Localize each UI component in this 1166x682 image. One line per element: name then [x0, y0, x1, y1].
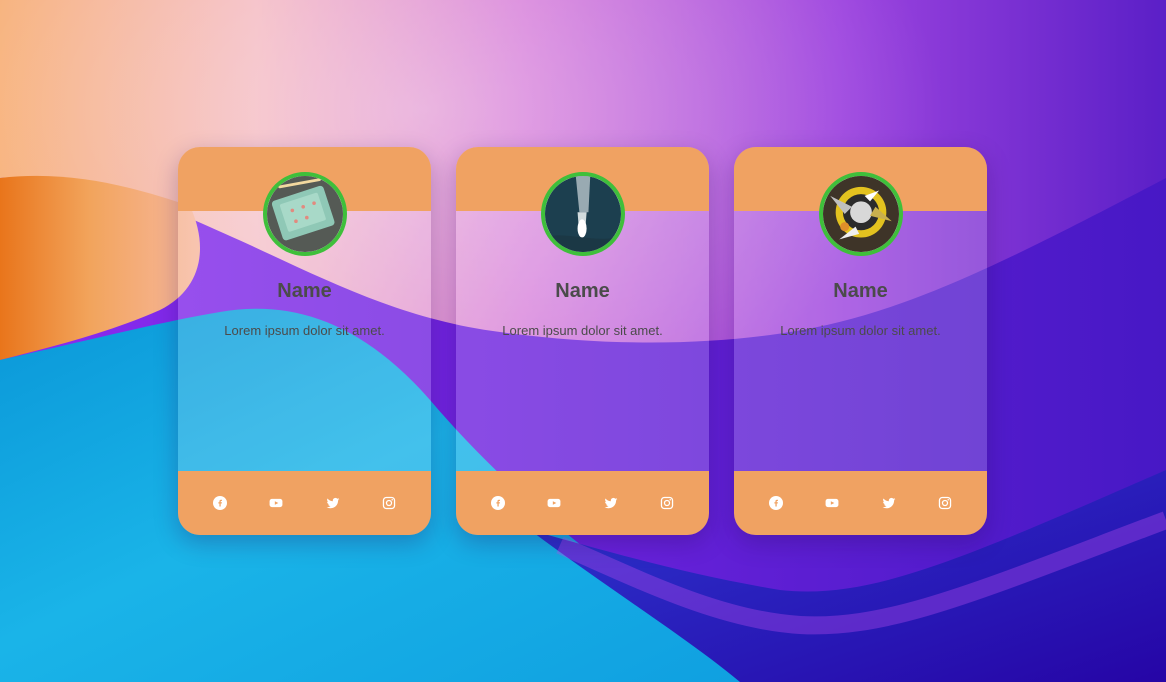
boat-photo-icon [540, 172, 625, 256]
youtube-icon[interactable] [820, 491, 844, 515]
card-description: Lorem ipsum dolor sit amet. [780, 323, 941, 338]
youtube-icon[interactable] [542, 491, 566, 515]
twitter-icon[interactable] [599, 491, 623, 515]
card-name: Name [833, 280, 888, 302]
instagram-icon[interactable] [933, 491, 957, 515]
avatar-image [822, 176, 899, 252]
youtube-icon[interactable] [264, 491, 288, 515]
instagram-icon[interactable] [655, 491, 679, 515]
card-description: Lorem ipsum dolor sit amet. [224, 323, 385, 338]
social-links-bar [734, 471, 987, 535]
abstract-3d-photo-icon [818, 172, 903, 256]
profile-cards-container: Name Lorem ipsum dolor sit amet. Name Lo… [0, 0, 1166, 682]
card-description: Lorem ipsum dolor sit amet. [502, 323, 663, 338]
tablet-photo-icon [262, 172, 347, 256]
avatar-image [266, 176, 343, 252]
facebook-icon[interactable] [208, 491, 232, 515]
profile-card: Name Lorem ipsum dolor sit amet. [178, 147, 431, 535]
social-links-bar [456, 471, 709, 535]
avatar-image [544, 176, 621, 252]
facebook-icon[interactable] [486, 491, 510, 515]
instagram-icon[interactable] [377, 491, 401, 515]
twitter-icon[interactable] [877, 491, 901, 515]
profile-card: Name Lorem ipsum dolor sit amet. [734, 147, 987, 535]
profile-card: Name Lorem ipsum dolor sit amet. [456, 147, 709, 535]
card-name: Name [555, 280, 610, 302]
facebook-icon[interactable] [764, 491, 788, 515]
social-links-bar [178, 471, 431, 535]
card-name: Name [277, 280, 332, 302]
twitter-icon[interactable] [321, 491, 345, 515]
